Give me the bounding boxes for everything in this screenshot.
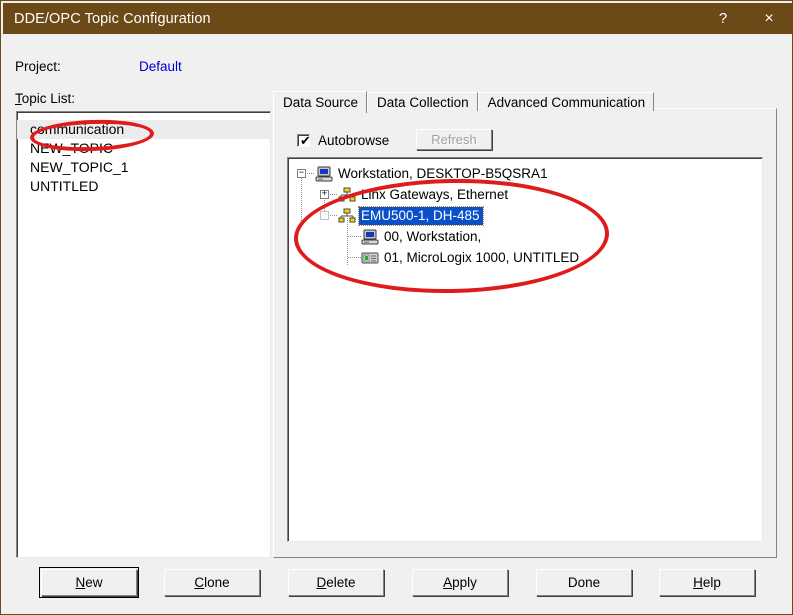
autobrowse-label: Autobrowse — [318, 132, 390, 148]
tree-line — [307, 173, 315, 174]
autobrowse-row: ✔ Autobrowse — [297, 131, 389, 149]
new-button[interactable]: New — [39, 567, 139, 598]
tree-node-label: Workstation, DESKTOP-B5QSRA1 — [338, 165, 548, 181]
workstation-icon — [361, 229, 379, 245]
apply-button-label: pply — [452, 575, 477, 590]
topic-list-label-rest: opic List: — [21, 91, 76, 106]
tree-node-linx-gateways[interactable]: + Linx Gateways, Ethernet — [288, 184, 762, 205]
check-icon: ✔ — [300, 132, 311, 148]
dde-opc-topic-configuration-window: DDE/OPC Topic Configuration ? × Project:… — [0, 0, 793, 615]
tree-node-workstation-root[interactable]: − Workstation, DESKTOP-B5QSRA1 — [288, 163, 762, 184]
topic-list-label-mnemonic: T — [15, 91, 22, 106]
title-bar: DDE/OPC Topic Configuration ? × — [3, 3, 792, 34]
delete-button-label: elete — [326, 575, 356, 590]
tree-line — [330, 215, 338, 216]
list-item[interactable]: NEW_TOPIC — [17, 139, 270, 158]
clone-button-mnemonic: C — [194, 575, 205, 590]
network-icon — [338, 208, 356, 224]
new-button-label: ew — [85, 575, 103, 590]
project-value: Default — [139, 59, 182, 74]
new-button-mnemonic: N — [75, 575, 86, 590]
data-source-tree[interactable]: − Workstation, DESKTOP-B5QSRA1 + Linx Ga… — [287, 157, 763, 542]
tree-node-label: 01, MicroLogix 1000, UNTITLED — [384, 249, 580, 265]
tree-node-01-micrologix[interactable]: 01, MicroLogix 1000, UNTITLED — [288, 247, 762, 268]
tab-advanced-communication[interactable]: Advanced Communication — [477, 92, 655, 111]
refresh-button[interactable]: Refresh — [416, 129, 492, 150]
close-icon[interactable]: × — [746, 3, 792, 34]
apply-button-mnemonic: A — [443, 575, 453, 590]
collapse-expander-icon[interactable]: − — [297, 169, 306, 178]
topic-list-box[interactable]: communication NEW_TOPIC NEW_TOPIC_1 UNTI… — [16, 111, 271, 558]
help-button-label: elp — [702, 575, 721, 590]
tree-node-label: EMU500-1, DH-485 — [358, 205, 484, 226]
tab-data-collection[interactable]: Data Collection — [367, 92, 478, 111]
autobrowse-checkbox[interactable]: ✔ — [297, 132, 311, 148]
network-icon — [338, 187, 356, 203]
tab-data-source[interactable]: Data Source — [273, 91, 368, 113]
tree-line — [348, 257, 361, 258]
tree-node-00-workstation[interactable]: 00, Workstation, — [288, 226, 762, 247]
help-button-mnemonic: H — [693, 575, 703, 590]
screenshot-root: DDE/OPC Topic Configuration ? × Project:… — [0, 0, 793, 615]
tab-strip: Data Source Data Collection Advanced Com… — [273, 91, 655, 113]
tree-node-label: Linx Gateways, Ethernet — [361, 186, 509, 202]
help-button[interactable]: Help — [659, 569, 755, 596]
plc-icon — [361, 250, 379, 266]
window-title: DDE/OPC Topic Configuration — [14, 11, 211, 27]
help-icon[interactable]: ? — [700, 3, 746, 34]
tree-node-emu500-1[interactable]: − EMU500-1, DH-485 — [288, 205, 762, 226]
expand-expander-icon[interactable]: + — [320, 190, 329, 199]
clone-button[interactable]: Clone — [164, 569, 260, 596]
workstation-icon — [315, 166, 333, 182]
project-label: Project: — [15, 59, 61, 74]
done-button-label: Done — [567, 575, 601, 590]
tree-line — [348, 236, 361, 237]
collapse-expander-icon[interactable]: − — [320, 211, 329, 220]
done-button[interactable]: Done — [536, 569, 632, 596]
list-item[interactable]: communication — [17, 120, 270, 139]
delete-button-mnemonic: D — [316, 575, 327, 590]
tree-line — [330, 194, 338, 195]
apply-button[interactable]: Apply — [412, 569, 508, 596]
list-item[interactable]: UNTITLED — [17, 177, 270, 196]
tree-node-label: 00, Workstation, — [384, 228, 482, 244]
list-item[interactable]: NEW_TOPIC_1 — [17, 158, 270, 177]
clone-button-label: lone — [204, 575, 230, 590]
topic-list-label: Topic List: — [15, 91, 75, 107]
delete-button[interactable]: Delete — [288, 569, 384, 596]
